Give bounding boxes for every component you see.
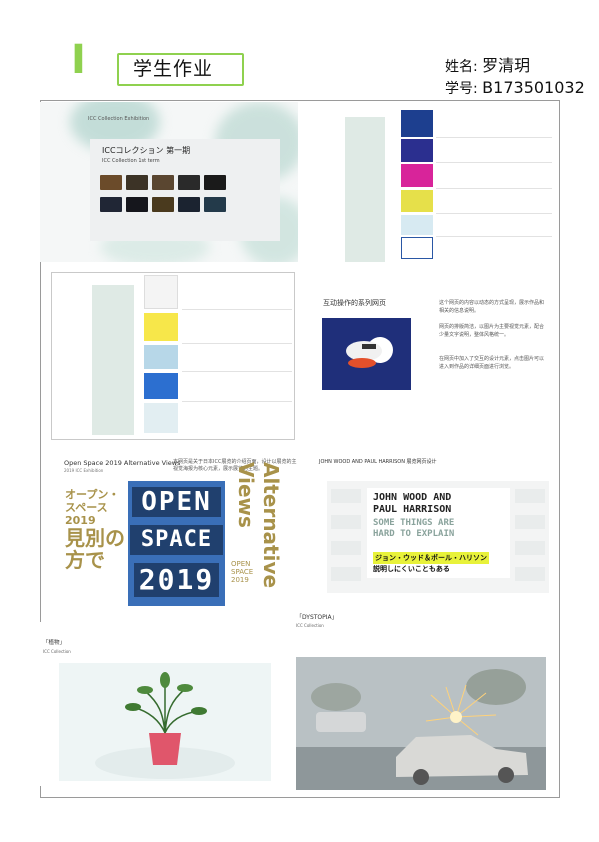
artwork-thumb[interactable]: [178, 175, 200, 190]
panel-heading: 「DYSTOPIA」: [296, 614, 338, 621]
poster-thumb[interactable]: [144, 345, 178, 369]
poster-thumb[interactable]: [401, 164, 433, 187]
screenshot-icc-collection: ICC Collection Exhibition ICCコレクション 第一期 …: [40, 102, 298, 262]
section-title: 学生作业: [133, 58, 214, 80]
card-subtitle: ICC Collection 1st term: [102, 158, 160, 164]
screenshot-poster-list-a: [311, 102, 556, 270]
section-numeral: I: [71, 37, 86, 83]
title-line-3: SOME THINGS ARE: [373, 518, 455, 528]
poster-thumb[interactable]: [401, 190, 433, 212]
panel-sub: ICC Collection: [43, 649, 71, 654]
alt-small-3: 2019: [231, 576, 249, 584]
panel-sub: ICC Collection: [296, 623, 324, 628]
artwork-thumb[interactable]: [126, 175, 148, 190]
alt-small-1: OPEN: [231, 560, 251, 568]
artwork-thumb[interactable]: [204, 197, 226, 212]
paragraph: 这个网页的内容以动态的方式呈现，展示作品和相关的信息说明。: [439, 300, 545, 314]
page-subtitle: 2019 ICC Exhibition: [64, 468, 104, 473]
plant-illustration: [59, 663, 271, 781]
poster-thumb[interactable]: [401, 215, 433, 235]
poster-thumb[interactable]: [144, 403, 178, 433]
panel-heading: 「植物」: [43, 640, 66, 646]
video-player[interactable]: [322, 318, 411, 390]
artwork-thumb[interactable]: [100, 175, 122, 190]
jp-highlight: ジョン・ウッド＆ポール・ハリソン: [373, 552, 489, 564]
jp-big-line-1: 見別の: [65, 526, 125, 550]
poster-thumb[interactable]: [144, 373, 178, 399]
poster-row: OPEN: [132, 487, 221, 517]
site-title: ICC Collection Exhibition: [88, 116, 150, 122]
poster-thumb[interactable]: [401, 139, 433, 162]
id-value: B173501032: [482, 78, 585, 97]
panel-heading: JOHN WOOD AND PAUL HARRISON 展览网页设计: [319, 459, 437, 465]
alt-small: OPEN SPACE 2019: [231, 560, 253, 584]
artwork-thumb[interactable]: [152, 197, 174, 212]
title-line-4: HARD TO EXPLAIN: [373, 529, 455, 539]
artwork-thumb[interactable]: [152, 175, 174, 190]
balloon-illustration: [346, 337, 393, 368]
car-sparks-photo: [296, 657, 546, 790]
alt-views-line-2: Views: [234, 462, 258, 528]
poster-thumb[interactable]: [144, 313, 178, 341]
name-label: 姓名:: [445, 59, 478, 75]
artwork-thumb[interactable]: [204, 175, 226, 190]
title-line-2: PAUL HARRISON: [373, 504, 452, 515]
page-title: Open Space 2019 Alternative Views: [64, 459, 181, 467]
poster-thumb[interactable]: [401, 237, 433, 259]
paragraph: 网页的排版简洁，以图片为主要视觉元素，配合少量文字说明，整体风格统一。: [439, 324, 545, 338]
poster-thumb[interactable]: [144, 275, 178, 309]
screenshot-poster-list-b: [51, 272, 295, 440]
artwork-thumb[interactable]: [100, 197, 122, 212]
screenshot-interactive-series: 互动操作的系列网页 这个网页的内容以动态的方式呈现，展示作品和相关的信息说明。 …: [311, 273, 556, 445]
screenshot-wood-harrison: JOHN WOOD AND PAUL HARRISON 展览网页设计 JOHN …: [311, 451, 556, 603]
paragraph: 在网页中加入了交互的设计元素，点击图片可以进入到作品的详细页面进行浏览。: [439, 356, 545, 370]
title-line-1: JOHN WOOD AND: [373, 492, 452, 503]
poster-row: SPACE: [130, 525, 223, 555]
jp-line-2: スペース: [65, 501, 108, 514]
screenshot-plant: 「植物」 ICC Collection: [35, 622, 292, 786]
artwork-thumb[interactable]: [178, 197, 200, 212]
main-poster[interactable]: OPEN SPACE 2019: [128, 481, 225, 606]
jp-line-1: オープン・: [65, 488, 120, 501]
plant-scene: [59, 663, 271, 781]
panel-heading: 互动操作的系列网页: [323, 299, 386, 307]
exhibition-stage: JOHN WOOD AND PAUL HARRISON SOME THINGS …: [327, 481, 549, 593]
jp-title: オープン・ スペース 2019: [65, 488, 119, 527]
student-name: 姓名: 罗清玥: [445, 52, 530, 76]
screenshot-dystopia: 「DYSTOPIA」 ICC Collection: [286, 602, 556, 792]
name-value: 罗清玥: [482, 56, 531, 75]
student-id: 学号: B173501032: [445, 78, 585, 98]
artwork-thumb[interactable]: [126, 197, 148, 212]
alt-views-line-1: Alternative: [259, 462, 283, 589]
title-card: JOHN WOOD AND PAUL HARRISON SOME THINGS …: [367, 488, 510, 578]
jp-big-line-2: 方で: [65, 548, 105, 572]
jp-line-2: 説明しにくいこともある: [373, 565, 450, 573]
alt-small-2: SPACE: [231, 568, 254, 576]
id-label: 学号:: [445, 81, 478, 97]
screenshot-open-space-2019: Open Space 2019 Alternative Views 2019 I…: [51, 450, 304, 618]
poster-row: 2019: [134, 563, 219, 597]
car-sparks-illustration: [296, 657, 546, 790]
jp-big-title: 見別の 方で: [65, 527, 125, 571]
card-title: ICCコレクション 第一期: [102, 146, 191, 155]
poster-thumb[interactable]: [401, 110, 433, 137]
